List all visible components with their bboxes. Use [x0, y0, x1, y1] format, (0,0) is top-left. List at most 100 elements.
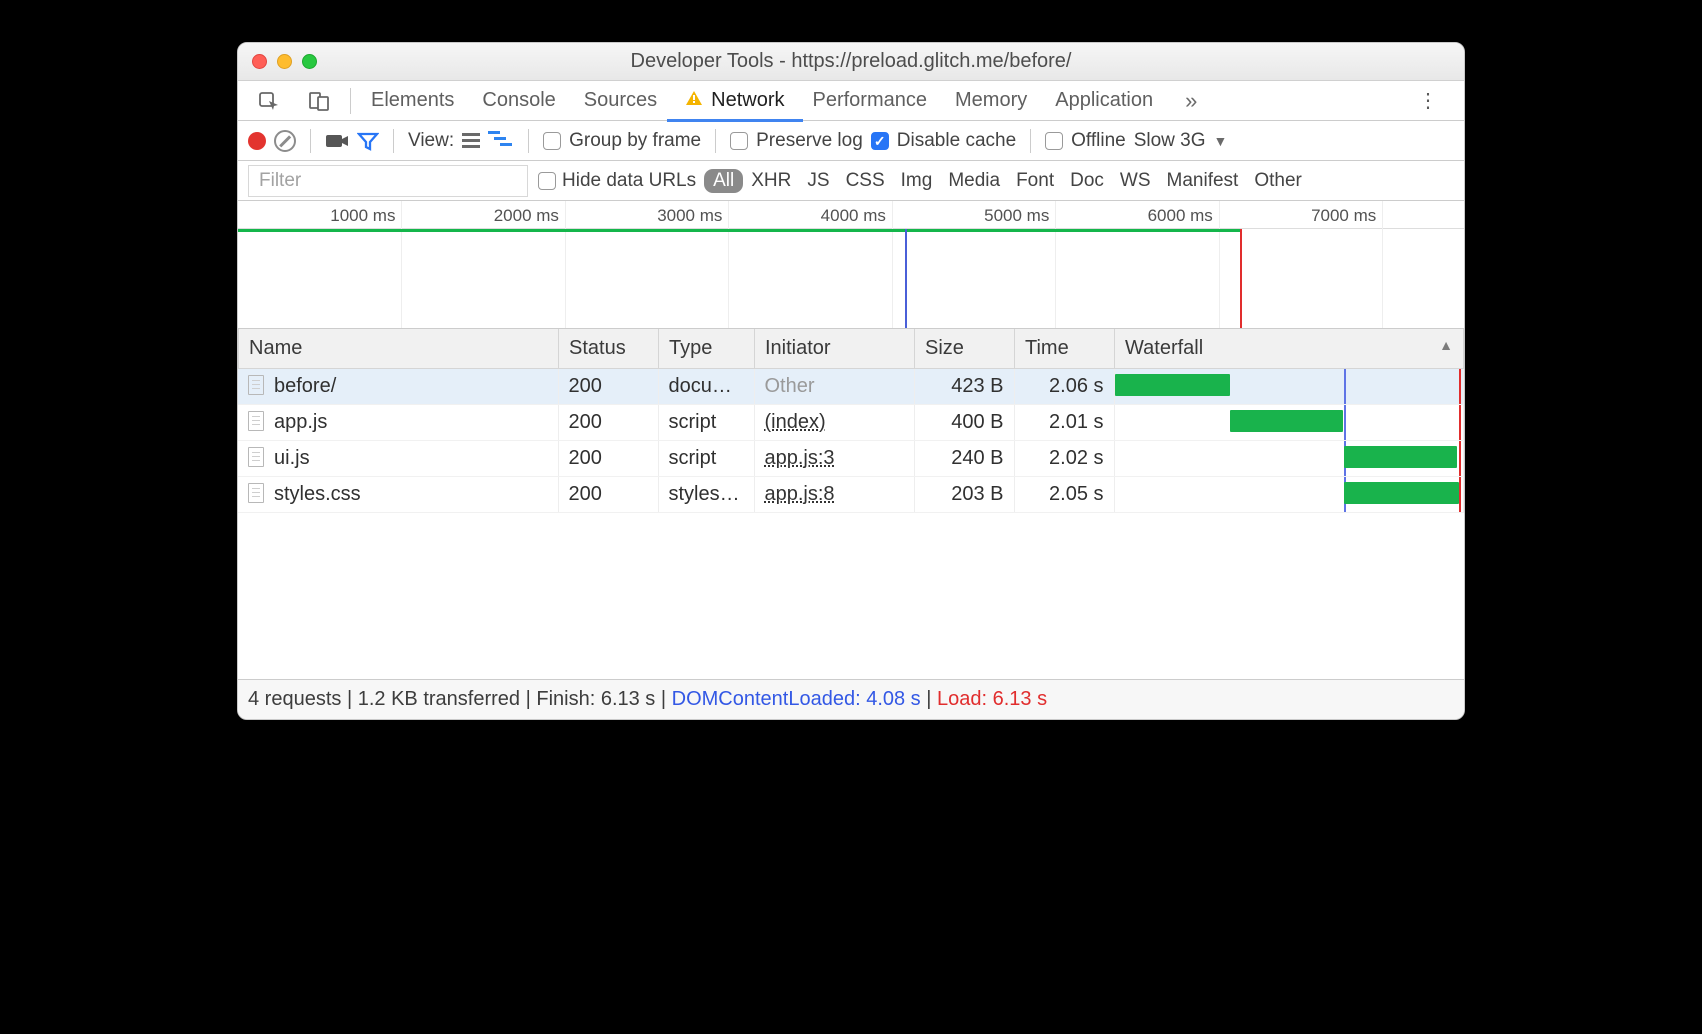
status-dcl: DOMContentLoaded: 4.08 s [672, 688, 921, 710]
filter-type-media[interactable]: Media [940, 170, 1008, 192]
network-toolbar: View: Group by frame Preserve log Disabl… [238, 121, 1464, 161]
preserve-log-checkbox[interactable] [730, 132, 748, 150]
filter-type-css[interactable]: CSS [838, 170, 893, 192]
group-by-frame-checkbox[interactable] [543, 132, 561, 150]
settings-kebab-icon[interactable]: ⋮ [1400, 88, 1458, 113]
titlebar: Developer Tools - https://preload.glitch… [238, 43, 1464, 81]
tab-network[interactable]: Network [671, 81, 798, 121]
filter-input[interactable] [248, 165, 528, 197]
status-requests: 4 requests [248, 688, 341, 710]
filter-type-other[interactable]: Other [1246, 170, 1310, 192]
col-name[interactable]: Name [239, 329, 559, 369]
tab-performance[interactable]: Performance [799, 81, 942, 121]
cell-status: 200 [558, 477, 658, 513]
tabs-overflow-button[interactable]: » [1171, 81, 1211, 121]
tab-application[interactable]: Application [1041, 81, 1167, 121]
traffic-lights [238, 54, 317, 69]
filter-type-font[interactable]: Font [1008, 170, 1062, 192]
timeline-tick: 2000 ms [494, 206, 565, 226]
screenshots-icon[interactable] [325, 132, 349, 150]
col-waterfall[interactable]: Waterfall▲ [1115, 329, 1464, 369]
cell-status: 200 [558, 369, 658, 405]
tab-elements[interactable]: Elements [357, 81, 468, 121]
col-size[interactable]: Size [915, 329, 1015, 369]
inspect-element-icon[interactable] [244, 81, 294, 121]
timeline-tick: 7000 ms [1311, 206, 1382, 226]
timeline-load-marker [1240, 229, 1242, 328]
timeline-tick: 4000 ms [821, 206, 892, 226]
file-icon [248, 411, 264, 431]
filter-icon[interactable] [357, 131, 379, 151]
cell-size: 203 B [914, 477, 1014, 513]
window-close-button[interactable] [252, 54, 267, 69]
waterfall-view-icon[interactable] [488, 129, 514, 153]
tab-memory[interactable]: Memory [941, 81, 1041, 121]
record-button[interactable] [248, 132, 266, 150]
window-title: Developer Tools - https://preload.glitch… [238, 50, 1464, 73]
timeline-tick: 3000 ms [657, 206, 728, 226]
waterfall-bar [1344, 446, 1458, 468]
disable-cache-checkbox[interactable] [871, 132, 889, 150]
hide-data-urls-label: Hide data URLs [556, 170, 704, 192]
timeline-tick: 1000 ms [330, 206, 401, 226]
timeline-activity-bar [238, 229, 1240, 232]
table-row[interactable]: app.js200script(index)400 B2.01 s [238, 405, 1464, 441]
group-by-frame-label: Group by frame [569, 130, 701, 152]
cell-status: 200 [558, 441, 658, 477]
cell-waterfall [1114, 441, 1464, 477]
cell-waterfall [1114, 405, 1464, 441]
hide-data-urls-checkbox[interactable] [538, 172, 556, 190]
filter-type-xhr[interactable]: XHR [743, 170, 799, 192]
window-zoom-button[interactable] [302, 54, 317, 69]
cell-size: 240 B [914, 441, 1014, 477]
cell-time: 2.05 s [1014, 477, 1114, 513]
filter-type-img[interactable]: Img [893, 170, 941, 192]
cell-initiator[interactable]: app.js:3 [754, 441, 914, 477]
file-icon [248, 375, 264, 395]
device-toggle-icon[interactable] [294, 81, 344, 121]
filter-type-js[interactable]: JS [799, 170, 837, 192]
requests-table-body: before/200docum…Other423 B2.06 sapp.js20… [238, 369, 1464, 513]
separator [393, 129, 394, 153]
large-rows-icon[interactable] [462, 133, 480, 148]
col-status[interactable]: Status [559, 329, 659, 369]
file-icon [248, 483, 264, 503]
cell-initiator[interactable]: app.js:8 [754, 477, 914, 513]
cell-type: script [658, 405, 754, 441]
cell-size: 423 B [914, 369, 1014, 405]
cell-status: 200 [558, 405, 658, 441]
filter-bar: Hide data URLs AllXHRJSCSSImgMediaFontDo… [238, 161, 1464, 201]
throttling-select[interactable]: Slow 3G ▼ [1134, 130, 1228, 152]
status-load: Load: 6.13 s [937, 688, 1047, 710]
sort-indicator-icon: ▲ [1439, 337, 1453, 353]
status-finish: Finish: 6.13 s [536, 688, 655, 710]
offline-checkbox[interactable] [1045, 132, 1063, 150]
filter-type-ws[interactable]: WS [1112, 170, 1159, 192]
col-type[interactable]: Type [659, 329, 755, 369]
cell-initiator[interactable]: (index) [754, 405, 914, 441]
filter-type-doc[interactable]: Doc [1062, 170, 1112, 192]
col-initiator[interactable]: Initiator [755, 329, 915, 369]
filter-type-manifest[interactable]: Manifest [1159, 170, 1247, 192]
window-minimize-button[interactable] [277, 54, 292, 69]
table-row[interactable]: ui.js200scriptapp.js:3240 B2.02 s [238, 441, 1464, 477]
clear-button[interactable] [274, 130, 296, 152]
table-header-row: Name Status Type Initiator Size Time Wat… [239, 329, 1464, 369]
overview-timeline[interactable]: 1000 ms2000 ms3000 ms4000 ms5000 ms6000 … [238, 201, 1464, 329]
requests-table: Name Status Type Initiator Size Time Wat… [238, 329, 1464, 369]
tab-console[interactable]: Console [468, 81, 569, 121]
table-row[interactable]: before/200docum…Other423 B2.06 s [238, 369, 1464, 405]
tab-sources[interactable]: Sources [570, 81, 671, 121]
cell-name: app.js [238, 405, 558, 441]
filter-type-all[interactable]: All [704, 169, 743, 193]
table-row[interactable]: styles.css200stylesh…app.js:8203 B2.05 s [238, 477, 1464, 513]
col-time[interactable]: Time [1015, 329, 1115, 369]
main-tabbar: ElementsConsoleSourcesNetworkPerformance… [238, 81, 1464, 121]
cell-time: 2.06 s [1014, 369, 1114, 405]
separator [310, 129, 311, 153]
timeline-dcl-marker [905, 229, 907, 328]
cell-waterfall [1114, 477, 1464, 513]
separator [528, 129, 529, 153]
waterfall-bar [1115, 374, 1231, 396]
devtools-window: Developer Tools - https://preload.glitch… [237, 42, 1465, 720]
